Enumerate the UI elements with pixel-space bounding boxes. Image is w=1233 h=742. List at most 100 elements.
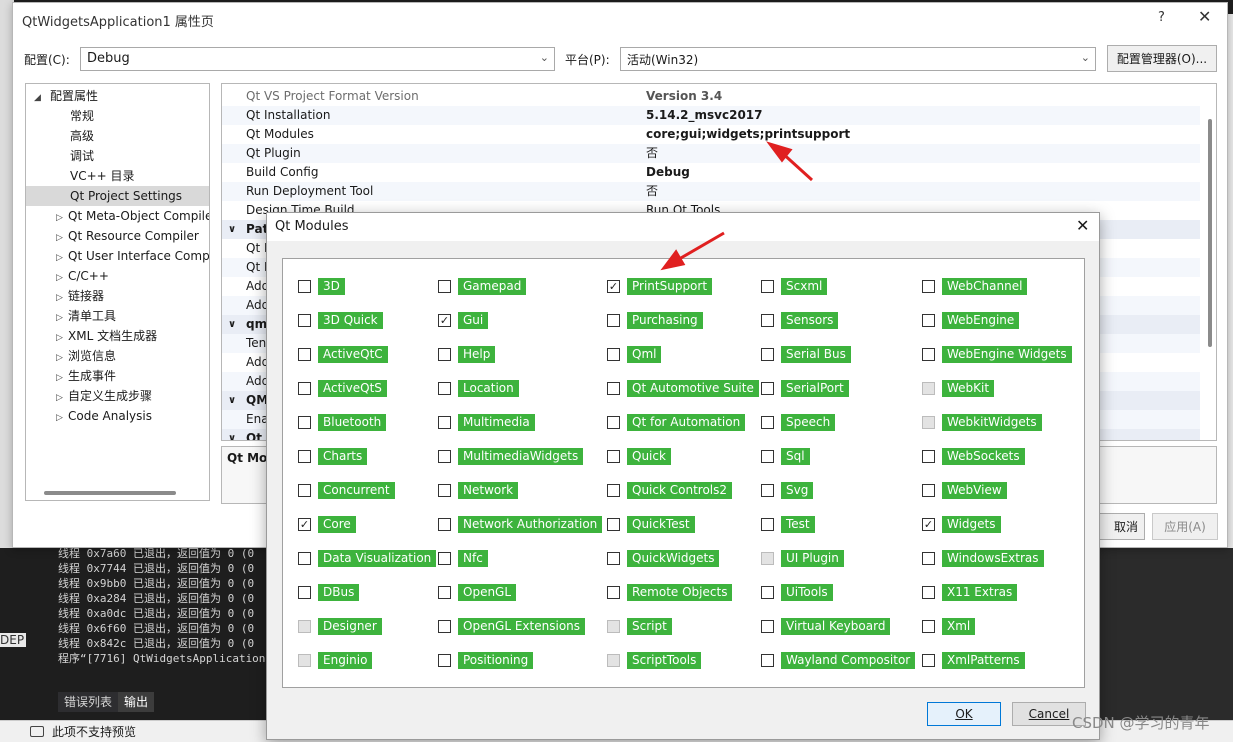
checkbox[interactable]	[761, 517, 774, 531]
module-option[interactable]: Nfc	[438, 548, 488, 568]
module-option[interactable]: SerialPort	[761, 378, 849, 398]
module-option[interactable]: WindowsExtras	[922, 548, 1044, 568]
tree-item[interactable]: ▷ 清单工具	[26, 306, 209, 326]
checkbox[interactable]	[922, 483, 935, 497]
checkbox[interactable]	[761, 347, 774, 361]
apply-button[interactable]: 应用(A)	[1152, 513, 1218, 540]
module-option[interactable]: QuickWidgets	[607, 548, 720, 568]
checkbox[interactable]	[761, 313, 774, 327]
checkbox[interactable]	[438, 381, 451, 395]
checkbox[interactable]	[298, 415, 311, 429]
module-option[interactable]: Help	[438, 344, 496, 364]
module-option[interactable]: WebChannel	[922, 276, 1028, 296]
module-option[interactable]: OpenGL Extensions	[438, 616, 586, 636]
checkbox[interactable]: ✓	[298, 517, 311, 531]
module-option[interactable]: Svg	[761, 480, 814, 500]
checkbox[interactable]	[438, 517, 451, 531]
module-option[interactable]: WebKit	[922, 378, 995, 398]
checkbox[interactable]: ✓	[607, 279, 620, 293]
checkbox[interactable]	[607, 313, 620, 327]
checkbox[interactable]	[922, 585, 935, 599]
module-option[interactable]: Script	[607, 616, 672, 636]
checkbox[interactable]	[922, 415, 935, 429]
module-option[interactable]: QuickTest	[607, 514, 695, 534]
module-option[interactable]: Charts	[298, 446, 368, 466]
tree-item[interactable]: VC++ 目录	[26, 166, 209, 186]
close-button[interactable]: ✕	[1198, 7, 1211, 26]
checkbox[interactable]	[922, 619, 935, 633]
module-option[interactable]: Wayland Compositor	[761, 650, 916, 670]
module-option[interactable]: Sql	[761, 446, 810, 466]
module-option[interactable]: Multimedia	[438, 412, 535, 432]
module-option[interactable]: Enginio	[298, 650, 373, 670]
checkbox[interactable]	[922, 449, 935, 463]
tree-item[interactable]: 高级	[26, 126, 209, 146]
checkbox[interactable]	[298, 449, 311, 463]
module-option[interactable]: Location	[438, 378, 519, 398]
grid-row[interactable]: Build Config Debug	[222, 163, 1200, 182]
checkbox[interactable]	[922, 653, 935, 667]
checkbox[interactable]	[438, 653, 451, 667]
checkbox[interactable]	[607, 551, 620, 565]
module-option[interactable]: Virtual Keyboard	[761, 616, 891, 636]
checkbox[interactable]	[761, 415, 774, 429]
module-option[interactable]: Purchasing	[607, 310, 703, 330]
checkbox[interactable]	[607, 415, 620, 429]
module-option[interactable]: Network	[438, 480, 519, 500]
module-option[interactable]: WebEngine Widgets	[922, 344, 1072, 364]
tree-item[interactable]: ▷ Qt Resource Compiler	[26, 226, 209, 246]
module-option[interactable]: X11 Extras	[922, 582, 1018, 602]
module-option[interactable]: Serial Bus	[761, 344, 851, 364]
checkbox[interactable]	[438, 483, 451, 497]
checkbox[interactable]	[761, 585, 774, 599]
module-option[interactable]: 3D Quick	[298, 310, 383, 330]
module-option[interactable]: ✓ PrintSupport	[607, 276, 713, 296]
module-option[interactable]: WebView	[922, 480, 1007, 500]
tree-scrollbar[interactable]	[44, 491, 176, 495]
tree-item[interactable]: ▷ 链接器	[26, 286, 209, 306]
checkbox[interactable]	[438, 619, 451, 633]
checkbox[interactable]	[298, 381, 311, 395]
checkbox[interactable]	[922, 347, 935, 361]
module-option[interactable]: ✓ Gui	[438, 310, 489, 330]
module-option[interactable]: Remote Objects	[607, 582, 733, 602]
checkbox[interactable]	[438, 279, 451, 293]
module-option[interactable]: Sensors	[761, 310, 839, 330]
checkbox[interactable]	[438, 449, 451, 463]
module-option[interactable]: Speech	[761, 412, 836, 432]
tree-item[interactable]: 调试	[26, 146, 209, 166]
tree-item[interactable]: ▷ Code Analysis	[26, 406, 209, 426]
tree-item[interactable]: ▷ Qt User Interface Comp	[26, 246, 209, 266]
checkbox[interactable]	[438, 585, 451, 599]
module-option[interactable]: Gamepad	[438, 276, 527, 296]
checkbox[interactable]	[607, 653, 620, 667]
module-option[interactable]: ✓ Widgets	[922, 514, 1001, 534]
module-option[interactable]: ScriptTools	[607, 650, 702, 670]
tree-item[interactable]: 常规	[26, 106, 209, 126]
module-option[interactable]: WebkitWidgets	[922, 412, 1042, 432]
checkbox[interactable]	[298, 653, 311, 667]
tree-item[interactable]: ▷ 自定义生成步骤	[26, 386, 209, 406]
checkbox[interactable]	[607, 347, 620, 361]
checkbox[interactable]	[607, 449, 620, 463]
checkbox[interactable]	[607, 585, 620, 599]
grid-row[interactable]: Qt Installation 5.14.2_msvc2017	[222, 106, 1200, 125]
module-option[interactable]: UiTools	[761, 582, 833, 602]
tree-item[interactable]: ◢ 配置属性	[26, 86, 209, 106]
module-option[interactable]: Data Visualization	[298, 548, 437, 568]
module-option[interactable]: Qt for Automation	[607, 412, 746, 432]
module-option[interactable]: Network Authorization	[438, 514, 603, 534]
module-option[interactable]: Designer	[298, 616, 382, 636]
checkbox[interactable]	[761, 619, 774, 633]
checkbox[interactable]	[438, 415, 451, 429]
help-button[interactable]: ?	[1158, 10, 1165, 25]
checkbox[interactable]	[922, 381, 935, 395]
checkbox[interactable]	[438, 551, 451, 565]
module-option[interactable]: Xml	[922, 616, 976, 636]
checkbox[interactable]	[761, 449, 774, 463]
checkbox[interactable]	[761, 381, 774, 395]
checkbox[interactable]	[298, 279, 311, 293]
checkbox[interactable]	[607, 381, 620, 395]
checkbox[interactable]	[761, 551, 774, 565]
grid-row[interactable]: Run Deployment Tool 否	[222, 182, 1200, 201]
